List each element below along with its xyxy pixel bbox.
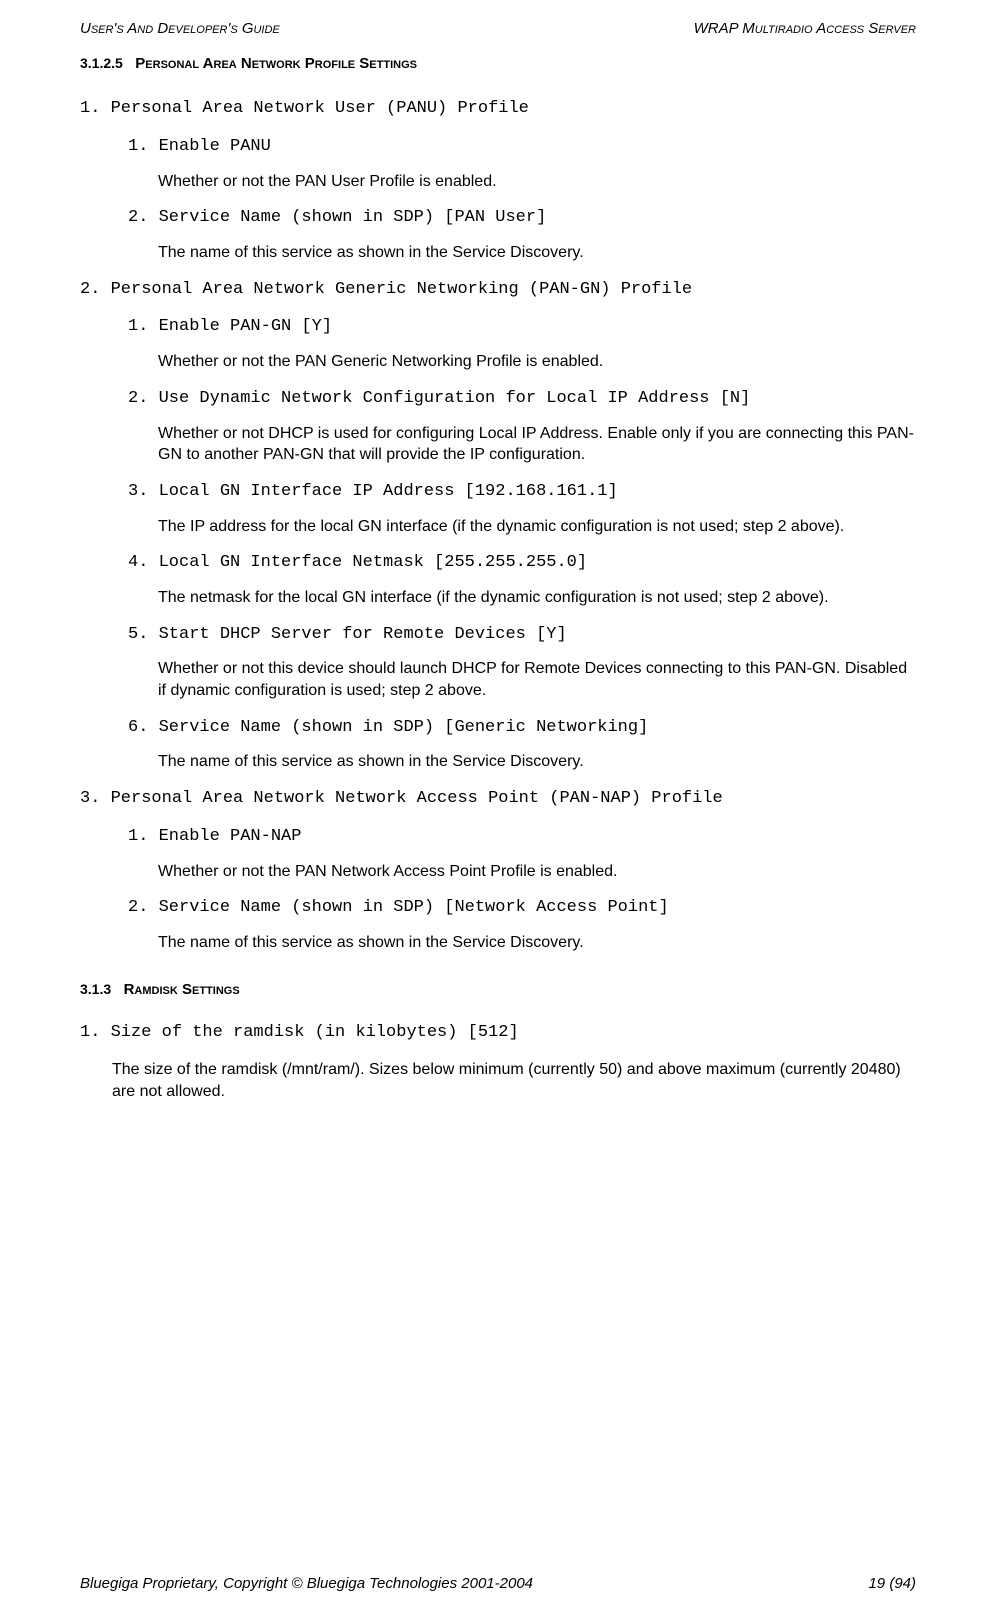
header-right: WRAP Multiradio Access Server bbox=[694, 20, 916, 37]
pangn-dynamic-title: 2. Use Dynamic Network Configuration for… bbox=[128, 387, 916, 411]
page-footer: Bluegiga Proprietary, Copyright © Bluegi… bbox=[80, 1575, 916, 1592]
profile-pannap-title: 3. Personal Area Network Network Access … bbox=[80, 787, 916, 811]
pangn-enable-text: Whether or not the PAN Generic Networkin… bbox=[158, 351, 916, 373]
section-number: 3.1.3 bbox=[80, 981, 111, 997]
section-title: Ramdisk Settings bbox=[124, 981, 240, 998]
section-3-1-3-header: 3.1.3 Ramdisk Settings bbox=[80, 981, 916, 999]
section-title: Personal Area Network Profile Settings bbox=[135, 55, 417, 72]
pannap-service-name-text: The name of this service as shown in the… bbox=[158, 932, 916, 954]
ramdisk-size-title: 1. Size of the ramdisk (in kilobytes) [5… bbox=[80, 1021, 916, 1045]
page-header: User's And Developer's Guide WRAP Multir… bbox=[80, 20, 916, 37]
pangn-service-name-text: The name of this service as shown in the… bbox=[158, 751, 916, 773]
profile-panu-title: 1. Personal Area Network User (PANU) Pro… bbox=[80, 97, 916, 121]
panu-service-name-text: The name of this service as shown in the… bbox=[158, 242, 916, 264]
footer-copyright: Bluegiga Proprietary, Copyright © Bluegi… bbox=[80, 1575, 533, 1592]
pangn-netmask-text: The netmask for the local GN interface (… bbox=[158, 587, 916, 609]
footer-page-number: 19 (94) bbox=[868, 1575, 916, 1592]
pangn-service-name-title: 6. Service Name (shown in SDP) [Generic … bbox=[128, 716, 916, 740]
panu-service-name-title: 2. Service Name (shown in SDP) [PAN User… bbox=[128, 206, 916, 230]
pannap-service-name-title: 2. Service Name (shown in SDP) [Network … bbox=[128, 896, 916, 920]
section-number: 3.1.2.5 bbox=[80, 55, 123, 71]
pangn-netmask-title: 4. Local GN Interface Netmask [255.255.2… bbox=[128, 551, 916, 575]
pangn-dhcp-title: 5. Start DHCP Server for Remote Devices … bbox=[128, 623, 916, 647]
panu-enable-text: Whether or not the PAN User Profile is e… bbox=[158, 171, 916, 193]
pangn-enable-title: 1. Enable PAN-GN [Y] bbox=[128, 315, 916, 339]
pangn-dynamic-text: Whether or not DHCP is used for configur… bbox=[158, 423, 916, 466]
pangn-ip-title: 3. Local GN Interface IP Address [192.16… bbox=[128, 480, 916, 504]
panu-enable-title: 1. Enable PANU bbox=[128, 135, 916, 159]
pangn-ip-text: The IP address for the local GN interfac… bbox=[158, 516, 916, 538]
pannap-enable-title: 1. Enable PAN-NAP bbox=[128, 825, 916, 849]
ramdisk-size-text: The size of the ramdisk (/mnt/ram/). Siz… bbox=[112, 1059, 916, 1102]
pangn-dhcp-text: Whether or not this device should launch… bbox=[158, 658, 916, 701]
header-left: User's And Developer's Guide bbox=[80, 20, 280, 37]
section-3-1-2-5-header: 3.1.2.5 Personal Area Network Profile Se… bbox=[80, 55, 916, 73]
pannap-enable-text: Whether or not the PAN Network Access Po… bbox=[158, 861, 916, 883]
profile-pangn-title: 2. Personal Area Network Generic Network… bbox=[80, 278, 916, 302]
